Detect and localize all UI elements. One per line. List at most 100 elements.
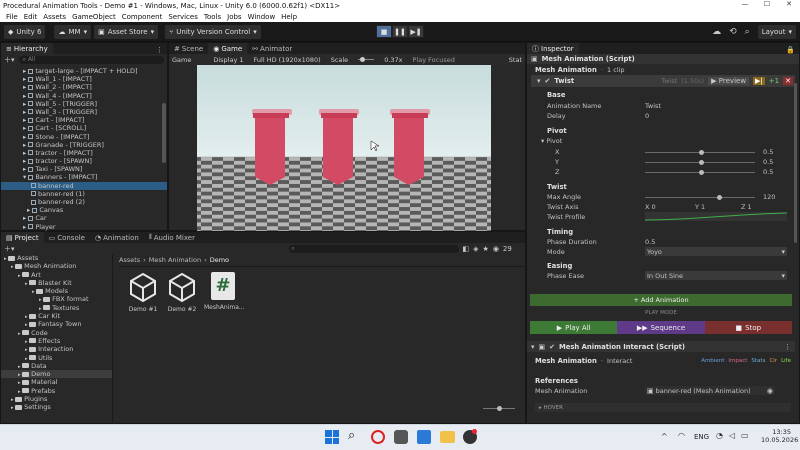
pivot-foldout[interactable]: ▾ Pivot — [541, 137, 562, 145]
start-button[interactable] — [325, 430, 339, 444]
twist-axis-y[interactable]: Y 1 — [695, 203, 705, 211]
breadcrumb-demo[interactable]: Demo — [210, 256, 229, 264]
scale-slider[interactable] — [358, 57, 375, 62]
wifi-icon[interactable]: ◔ — [716, 431, 723, 440]
hierarchy-item[interactable]: banner-red (1) — [1, 190, 167, 198]
volume-icon[interactable]: ◁ — [729, 431, 735, 440]
tab-console[interactable]: ▭ Console — [44, 232, 90, 243]
hierarchy-item[interactable]: ▸ Granade - [TRIGGER] — [1, 141, 167, 149]
folder-tree-item[interactable]: ▸ Data — [1, 362, 112, 370]
max-angle-slider[interactable] — [645, 197, 755, 198]
unity-hub-icon[interactable] — [394, 430, 408, 444]
file-explorer-icon[interactable] — [440, 431, 455, 443]
folder-tree-item[interactable]: ▸ Interaction — [1, 345, 112, 353]
tag-stats[interactable]: Stats — [751, 358, 765, 364]
add-animation-button[interactable]: + Add Animation — [530, 294, 792, 306]
hierarchy-item[interactable]: banner-red — [1, 181, 167, 190]
menu-tools[interactable]: Tools — [204, 13, 221, 21]
search-icon[interactable]: ⌕ — [745, 27, 750, 37]
twist-profile-curve[interactable] — [644, 212, 788, 221]
phase-ease-dropdown[interactable]: In Out Sine ▾ — [645, 271, 787, 280]
cloud-sync-icon[interactable]: ☁ — [712, 27, 721, 37]
pivot-y-knob[interactable] — [699, 160, 704, 165]
folder-tree-item[interactable]: ▸ Settings — [1, 403, 112, 411]
menu-window[interactable]: Window — [248, 13, 276, 21]
object-picker-icon[interactable]: ◉ — [767, 387, 773, 395]
hierarchy-item[interactable]: ▸ Stone - [IMPACT] — [1, 133, 167, 141]
foldout-arrow-icon[interactable]: ▾ — [537, 77, 541, 85]
tag-clr[interactable]: Clr — [769, 358, 777, 364]
close-button[interactable]: ✕ — [778, 0, 800, 11]
tab-animation[interactable]: ◔ Animation — [90, 232, 144, 243]
game-viewport[interactable] — [0, 65, 800, 233]
search-icon[interactable]: ⌕ — [348, 428, 355, 443]
tab-scene[interactable]: # Scene — [169, 43, 208, 54]
folder-tree-item[interactable]: ▸ Models — [1, 287, 112, 295]
minimize-button[interactable]: — — [734, 0, 756, 11]
tab-game[interactable]: ◉ Game — [208, 43, 248, 54]
folder-tree-item[interactable]: ▸ Fantasy Town — [1, 320, 112, 328]
headset-icon[interactable]: ◠ — [678, 431, 685, 440]
asset-demo-1[interactable]: Demo #1 — [125, 272, 161, 318]
folder-tree-item[interactable]: ▸ Material — [1, 378, 112, 386]
hierarchy-item[interactable]: ▸ target-large - [IMPACT + HOLD] — [1, 67, 167, 75]
menu-assets[interactable]: Assets — [43, 13, 66, 21]
folder-tree-item[interactable]: ▸ Art — [1, 271, 112, 279]
menu-file[interactable]: File — [6, 13, 18, 21]
clock[interactable]: 13:35 10.05.2026 — [761, 428, 798, 444]
folder-tree-item[interactable]: ▸ FBX format — [1, 295, 112, 303]
anim-name-field[interactable]: Twist — [645, 102, 661, 110]
hierarchy-item[interactable]: ▸ Wall_4 - [IMPACT] — [1, 92, 167, 100]
visibility-icon[interactable]: ◉ — [493, 245, 499, 253]
menu-services[interactable]: Services — [168, 13, 198, 21]
pivot-z-value[interactable]: 0.5 — [763, 168, 773, 176]
duplicate-button[interactable]: +1 — [769, 77, 779, 85]
tag-ambient[interactable]: Ambient — [701, 358, 724, 364]
hierarchy-item[interactable]: ▸ Wall_3 - [TRIGGER] — [1, 108, 167, 116]
tag-impact[interactable]: Impact — [728, 358, 747, 364]
tab-project[interactable]: ▤ Project — [1, 232, 44, 243]
mesh-animation-component-header[interactable]: ▣ Mesh Animation (Script) — [527, 54, 799, 64]
twist-axis-z[interactable]: Z 1 — [741, 203, 752, 211]
asset-meshanimation-script[interactable]: # MeshAnima... — [204, 272, 245, 318]
account-dropdown[interactable]: ☁ MM ▾ — [54, 25, 92, 39]
hierarchy-item[interactable]: ▸ tractor - [SPAWN] — [1, 157, 167, 165]
tab-hierarchy[interactable]: ≡ Hierarchy — [1, 43, 53, 54]
interact-component-header[interactable]: ▾ ▣ ✔ Mesh Animation Interact (Script) ⋮ — [527, 341, 795, 352]
menu-component[interactable]: Component — [122, 13, 163, 21]
tag-life[interactable]: Life — [781, 358, 791, 364]
move-up-button[interactable]: ▶| — [753, 77, 765, 85]
hierarchy-item[interactable]: ▸ Wall_1 - [IMPACT] — [1, 75, 167, 83]
favorite-icon[interactable]: ★ — [483, 245, 489, 253]
play-button[interactable]: ■ — [376, 25, 392, 38]
component-menu-icon[interactable]: ⋮ — [784, 343, 791, 351]
folder-tree-item[interactable]: ▸ Textures — [1, 304, 112, 312]
play-all-button[interactable]: ▶ Play All — [530, 321, 618, 334]
pivot-x-knob[interactable] — [699, 150, 704, 155]
menu-help[interactable]: Help — [281, 13, 297, 21]
hierarchy-item[interactable]: ▸ Player — [1, 223, 167, 231]
version-control-button[interactable]: ⑂ Unity Version Control ▾ — [165, 25, 261, 39]
folder-tree-item[interactable]: ▸ Mesh Animation — [1, 262, 112, 270]
hierarchy-item[interactable]: banner-red (2) — [1, 198, 167, 206]
lock-icon[interactable]: ⋮ — [156, 46, 163, 54]
folder-tree-item[interactable]: ▸ Demo — [1, 370, 112, 379]
stop-button[interactable]: ■ Stop — [704, 321, 792, 334]
asset-demo-2[interactable]: Demo #2 — [164, 272, 200, 318]
vscode-icon[interactable] — [417, 430, 431, 444]
filter-type-icon[interactable]: ◧ — [463, 245, 470, 253]
stats-button[interactable]: Stat — [509, 56, 522, 64]
folder-tree-item[interactable]: ▸ Plugins — [1, 395, 112, 403]
tab-inspector[interactable]: ⓘ Inspector — [527, 43, 579, 54]
enabled-checkbox[interactable]: ✔ — [549, 343, 555, 351]
sequence-button[interactable]: ▶▶ Sequence — [617, 321, 705, 334]
twist-clip-row[interactable]: ▾ ✔ Twist Twist (1.50s) ▶ Preview ▶| +1 … — [531, 75, 795, 87]
add-icon[interactable]: ＋▾ — [4, 55, 15, 65]
display-dropdown[interactable]: Display 1 — [213, 56, 243, 64]
tab-audio-mixer[interactable]: ⫴ Audio Mixer — [144, 232, 200, 243]
hierarchy-item[interactable]: ▸ Cart - [SCROLL] — [1, 124, 167, 132]
resolution-dropdown[interactable]: Full HD (1920x1080) — [254, 56, 321, 64]
language-indicator[interactable]: ENG — [694, 433, 709, 441]
history-icon[interactable]: ⟲ — [729, 27, 737, 37]
tab-animator[interactable]: ⚯ Animator — [247, 43, 297, 54]
